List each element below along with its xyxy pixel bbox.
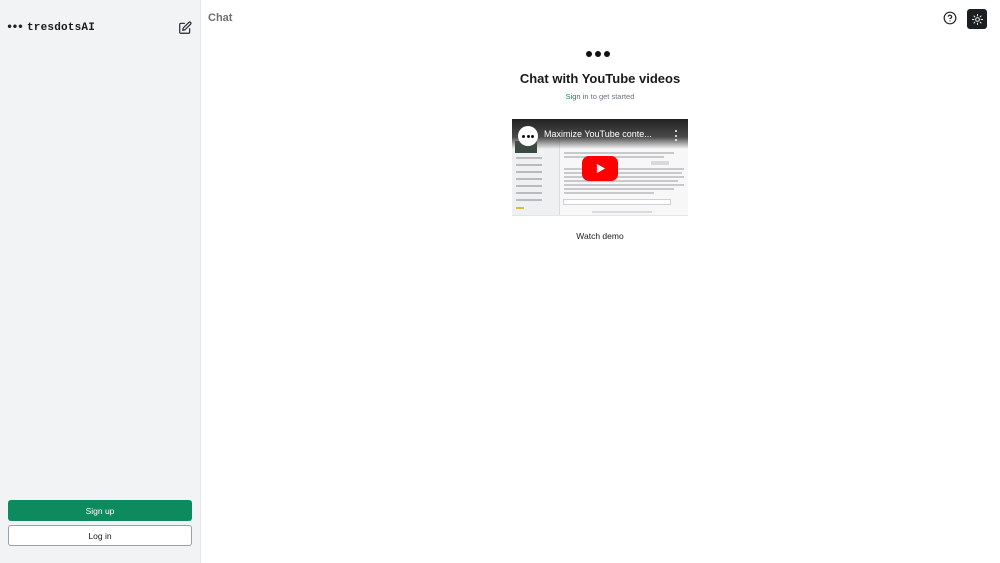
- sun-icon: [971, 13, 983, 25]
- dot: [675, 134, 677, 137]
- signin-link[interactable]: Sign in: [566, 92, 589, 101]
- video-preview-line: [564, 188, 674, 190]
- dot: [675, 139, 677, 141]
- video-preview-line: [651, 161, 669, 165]
- video-preview-line: [564, 192, 654, 194]
- three-dots-logo-icon: [586, 51, 610, 57]
- watch-demo-link[interactable]: Watch demo: [500, 231, 700, 241]
- video-preview-line: [564, 184, 684, 186]
- dot: [586, 51, 592, 57]
- dot: [531, 134, 534, 138]
- more-options-icon[interactable]: [674, 130, 678, 141]
- video-preview-line: [564, 152, 674, 154]
- video-preview-line: [516, 199, 542, 201]
- video-preview-line: [516, 207, 524, 209]
- brand-name: tresdotsAI: [27, 22, 96, 34]
- login-button[interactable]: Log in: [8, 525, 192, 546]
- dot: [595, 51, 601, 57]
- theme-toggle-button[interactable]: [967, 9, 987, 29]
- edit-icon: [179, 21, 192, 34]
- video-preview-line: [516, 171, 542, 173]
- main-heading: Chat with YouTube videos: [519, 71, 681, 86]
- demo-video-thumbnail[interactable]: Maximize YouTube conte...: [512, 119, 688, 216]
- brand[interactable]: ••• tresdotsAI: [6, 19, 96, 37]
- dot: [526, 134, 530, 138]
- video-preview-line: [592, 211, 652, 213]
- video-preview-line: [516, 192, 542, 194]
- video-title[interactable]: Maximize YouTube conte...: [544, 129, 668, 139]
- dot: [522, 134, 525, 138]
- dot: [675, 130, 677, 132]
- video-preview-line: [516, 185, 542, 187]
- video-preview-line: [564, 180, 678, 182]
- video-preview-line: [516, 157, 542, 159]
- app-root: ••• tresdotsAI Sign up Log in Chat Chat …: [0, 0, 1000, 563]
- signup-button[interactable]: Sign up: [8, 500, 192, 521]
- video-preview-input: [563, 199, 671, 205]
- channel-avatar[interactable]: [518, 126, 538, 146]
- sidebar: ••• tresdotsAI Sign up Log in: [0, 0, 201, 563]
- page-title: Chat: [208, 12, 233, 24]
- question-circle-icon: [943, 11, 957, 25]
- video-preview-line: [516, 178, 542, 180]
- help-button[interactable]: [943, 11, 957, 25]
- video-preview-line: [516, 164, 542, 166]
- signin-prompt: Sign in to get started: [400, 92, 800, 101]
- three-dots-logo-icon: •••: [6, 22, 23, 33]
- signin-prompt-text: to get started: [588, 92, 635, 101]
- dot: [604, 51, 610, 57]
- play-button[interactable]: [582, 156, 618, 181]
- new-chat-button[interactable]: [178, 21, 192, 35]
- youtube-play-icon: [596, 163, 605, 174]
